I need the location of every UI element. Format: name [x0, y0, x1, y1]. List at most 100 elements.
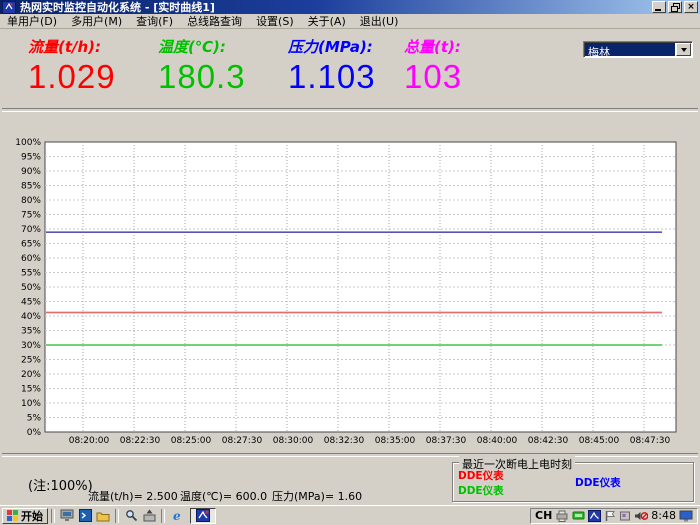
clock[interactable]: 8:48 [651, 510, 676, 521]
divider [2, 108, 698, 112]
chevron-down-icon [681, 48, 687, 52]
svg-text:08:40:00: 08:40:00 [477, 436, 518, 446]
folder-shortcut[interactable] [94, 508, 112, 524]
station-select-dropdown-button[interactable] [676, 43, 691, 56]
windows-logo-icon [7, 510, 18, 521]
svg-text:20%: 20% [21, 370, 41, 380]
svg-text:08:22:30: 08:22:30 [120, 436, 161, 446]
svg-text:e: e [173, 509, 181, 522]
total-value: 103 [404, 60, 462, 93]
desktop-icon [60, 509, 74, 522]
scale-pressure: 压力(MPa)= 1.60 [272, 488, 362, 504]
network-icon[interactable] [572, 510, 585, 521]
volume-muted-icon[interactable] [634, 510, 648, 522]
svg-text:40%: 40% [21, 312, 41, 322]
temperature-readout: 温度(℃): 180.3 [158, 36, 246, 93]
temperature-value: 180.3 [158, 60, 246, 93]
menu-item-exit[interactable]: 退出(U) [353, 13, 406, 29]
svg-text:08:37:30: 08:37:30 [426, 436, 467, 446]
svg-text:08:47:30: 08:47:30 [630, 436, 671, 446]
station-select-value: 梅林 [585, 43, 675, 56]
taskbar-separator [161, 509, 165, 523]
svg-text:5%: 5% [27, 414, 42, 424]
minimize-button[interactable] [652, 1, 666, 13]
svg-text:25%: 25% [21, 356, 41, 366]
station-select[interactable]: 梅林 [583, 41, 693, 58]
svg-text:08:35:00: 08:35:00 [375, 436, 416, 446]
internet-explorer-shortcut[interactable]: e [168, 508, 186, 524]
pressure-value: 1.103 [288, 60, 376, 93]
svg-text:100%: 100% [15, 138, 41, 148]
divider [2, 453, 698, 457]
svg-text:45%: 45% [21, 298, 41, 308]
folder-icon [96, 510, 110, 522]
chart-panel: 0%5%10%15%20%25%30%35%40%45%50%55%60%65%… [4, 130, 696, 446]
menu-item-about[interactable]: 关于(A) [301, 13, 353, 29]
printer-icon[interactable] [555, 510, 569, 522]
svg-text:75%: 75% [21, 211, 41, 221]
power-event-groupbox: 最近一次断电上电时刻 DDE仪表 DDE仪表 DDE仪表 [452, 462, 694, 502]
svg-text:85%: 85% [21, 182, 41, 192]
restore-icon [671, 3, 680, 12]
svg-text:95%: 95% [21, 153, 41, 163]
scale-note: (注:100%) [28, 475, 93, 494]
restore-button[interactable] [668, 1, 682, 13]
ie-icon: e [171, 509, 184, 522]
app-task-icon [196, 509, 210, 522]
svg-text:65%: 65% [21, 240, 41, 250]
capture-shortcut[interactable] [140, 508, 158, 524]
taskbar-separator [115, 509, 119, 523]
menu-item-busline-query[interactable]: 总线路查询 [180, 13, 249, 29]
svg-text:80%: 80% [21, 196, 41, 206]
dde-entry-temperature: DDE仪表 [458, 483, 504, 498]
menu-item-single-user[interactable]: 单用户(D) [0, 13, 64, 29]
menu-item-query[interactable]: 查询(F) [129, 13, 180, 29]
svg-text:08:27:30: 08:27:30 [222, 436, 263, 446]
start-label: 开始 [21, 508, 43, 524]
svg-text:08:20:00: 08:20:00 [69, 436, 110, 446]
svg-text:15%: 15% [21, 385, 41, 395]
svg-text:90%: 90% [21, 167, 41, 177]
flow-label: 流量(t/h): [28, 36, 116, 57]
svg-text:50%: 50% [21, 283, 41, 293]
app-tray-icon[interactable] [588, 510, 601, 522]
svg-text:08:45:00: 08:45:00 [579, 436, 620, 446]
scale-temperature: 温度(℃)= 600.0 [180, 488, 267, 504]
close-button[interactable]: × [684, 1, 698, 13]
app-window: 热网实时监控自动化系统 - [实时曲线1] × 单用户(D) 多用户(M) 查询… [0, 0, 700, 525]
device-icon[interactable] [619, 510, 631, 522]
svg-text:10%: 10% [21, 399, 41, 409]
show-desktop-icon[interactable] [58, 508, 76, 524]
app-icon[interactable] [2, 1, 16, 14]
flow-readout: 流量(t/h): 1.029 [28, 36, 116, 93]
svg-text:70%: 70% [21, 225, 41, 235]
scale-flow: 流量(t/h)= 2.500 [88, 488, 178, 504]
upload-icon [143, 509, 156, 522]
terminal-shortcut-icon[interactable] [76, 508, 94, 524]
search-shortcut[interactable] [122, 508, 140, 524]
svg-text:55%: 55% [21, 269, 41, 279]
pressure-label: 压力(MPa): [288, 36, 376, 57]
dde-entry-pressure: DDE仪表 [575, 475, 621, 490]
menu-item-multi-user[interactable]: 多用户(M) [64, 13, 129, 29]
start-button[interactable]: 开始 [2, 508, 48, 524]
search-icon [125, 509, 138, 522]
svg-text:30%: 30% [21, 341, 41, 351]
dde-entry-flow: DDE仪表 [458, 468, 504, 483]
flag-icon[interactable] [604, 510, 616, 522]
monitor-icon[interactable] [679, 510, 693, 522]
client-area: 流量(t/h): 1.029 温度(℃): 180.3 压力(MPa): 1.1… [0, 29, 700, 505]
svg-text:08:32:30: 08:32:30 [324, 436, 365, 446]
pressure-readout: 压力(MPa): 1.103 [288, 36, 376, 93]
total-readout: 总量(t): 103 [404, 36, 462, 93]
svg-text:08:42:30: 08:42:30 [528, 436, 569, 446]
task-button-app[interactable] [190, 508, 216, 524]
menu-item-settings[interactable]: 设置(S) [249, 13, 301, 29]
trend-chart: 0%5%10%15%20%25%30%35%40%45%50%55%60%65%… [4, 130, 696, 446]
app-icon-glyph [5, 3, 13, 11]
ime-indicator[interactable]: CH [535, 510, 552, 521]
taskbar-separator [51, 509, 55, 523]
window-title: 热网实时监控自动化系统 - [实时曲线1] [20, 2, 215, 13]
svg-text:0%: 0% [27, 428, 42, 438]
temperature-label: 温度(℃): [158, 36, 246, 57]
